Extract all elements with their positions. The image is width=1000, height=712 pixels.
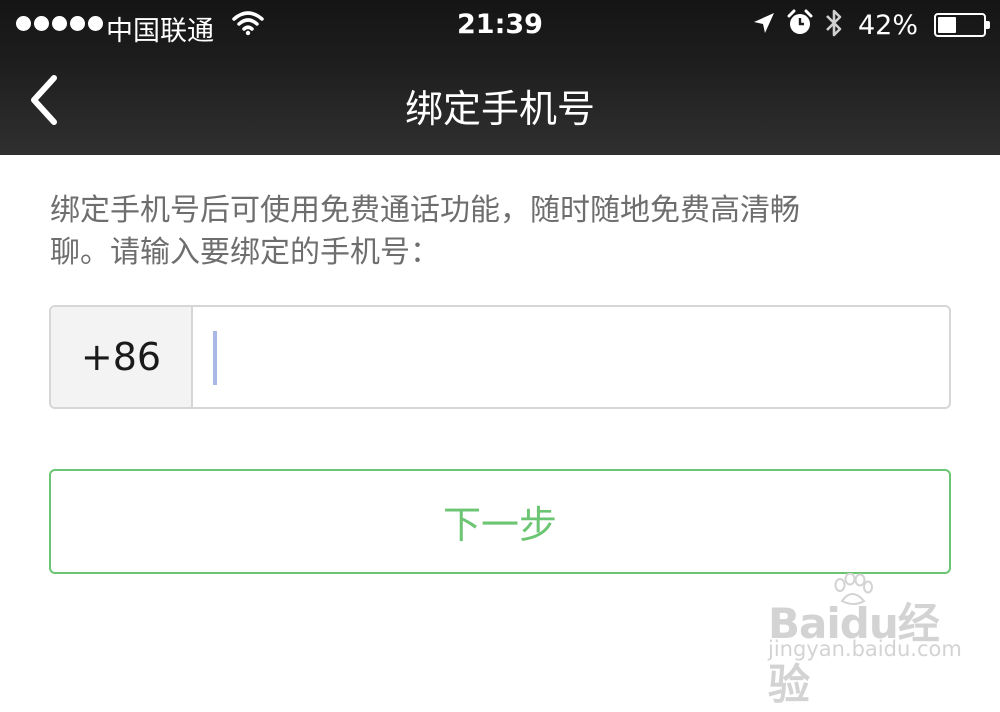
description-text: 绑定手机号后可使用免费通话功能，随时随地免费高清畅 聊。请输入要绑定的手机号：: [50, 190, 930, 274]
phone-input-row: +86: [49, 305, 951, 409]
battery-percent: 42%: [857, 9, 918, 41]
description-line-2: 聊。请输入要绑定的手机号：: [50, 235, 440, 270]
battery-fill: [938, 17, 957, 33]
bluetooth-icon: [824, 7, 844, 43]
phone-number-field[interactable]: [193, 307, 949, 407]
phone-number-input[interactable]: [193, 307, 949, 407]
next-step-button[interactable]: 下一步: [49, 469, 951, 574]
nav-bar: 绑定手机号: [0, 50, 1000, 155]
battery-icon: [934, 13, 990, 37]
status-right-group: 42%: [752, 7, 990, 43]
description-line-1: 绑定手机号后可使用免费通话功能，随时随地免费高清畅: [50, 193, 800, 228]
top-bar: 中国联通 21:39 42% 绑定手机号: [0, 0, 1000, 155]
country-code-selector[interactable]: +86: [51, 307, 193, 407]
baidu-watermark: Baidu经验 jingyan.baidu.com: [768, 572, 968, 709]
watermark-url: jingyan.baidu.com: [768, 637, 962, 661]
page-title: 绑定手机号: [404, 87, 595, 131]
alarm-icon: [786, 9, 814, 41]
location-arrow-icon: [752, 11, 776, 39]
status-bar: 中国联通 21:39 42%: [0, 0, 1000, 50]
